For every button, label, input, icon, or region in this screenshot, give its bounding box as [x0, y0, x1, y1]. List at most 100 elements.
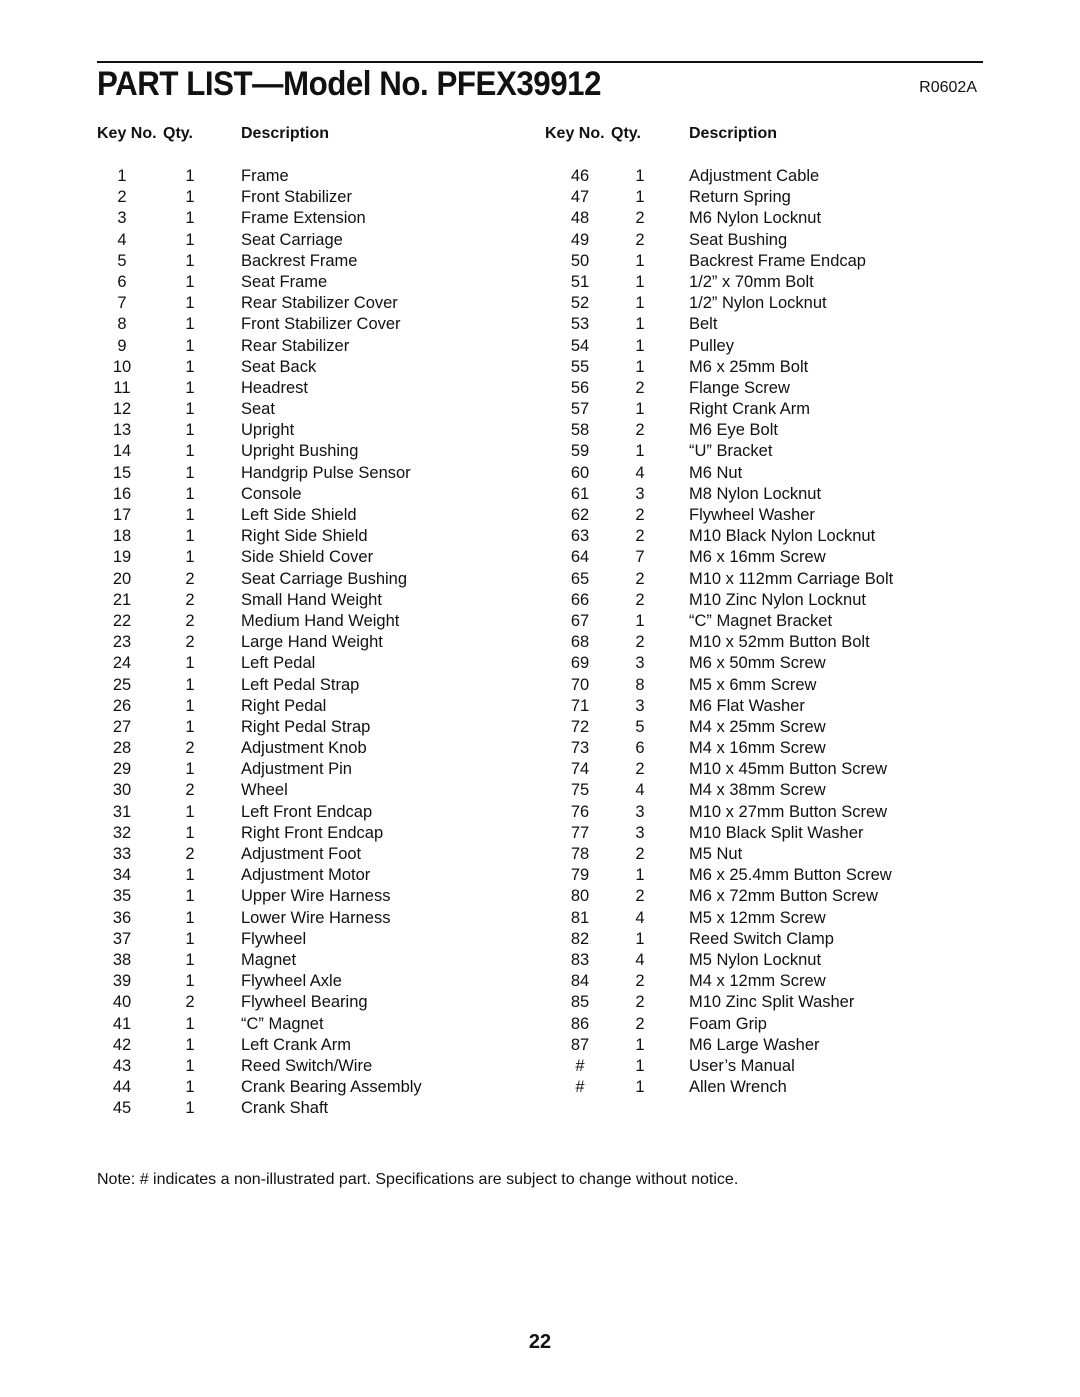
part-description: M10 x 112mm Carriage Bolt	[689, 569, 894, 588]
part-qty: 2	[185, 993, 195, 1012]
part-qty: 2	[635, 633, 645, 652]
part-key-no: 45	[112, 1099, 132, 1118]
part-qty: 3	[635, 654, 645, 673]
part-key-no: 12	[112, 400, 132, 419]
part-qty: 2	[185, 781, 195, 800]
part-qty: 1	[185, 463, 195, 482]
part-qty: 3	[635, 823, 645, 842]
page-number: 22	[528, 1331, 552, 1353]
part-description: Rear Stabilizer Cover	[241, 294, 398, 313]
part-description: M5 x 12mm Screw	[689, 908, 826, 927]
part-key-no: 21	[112, 590, 132, 609]
part-qty: 2	[635, 209, 645, 228]
part-description: M10 x 45mm Button Screw	[689, 760, 888, 779]
part-description: Belt	[689, 315, 718, 334]
part-description: Console	[241, 484, 302, 503]
part-qty: 1	[185, 1099, 195, 1118]
part-qty: 1	[185, 209, 195, 228]
part-description: Frame	[241, 167, 289, 185]
part-key-no: 64	[570, 548, 590, 567]
part-key-no: 19	[112, 548, 132, 567]
part-description: Medium Hand Weight	[241, 611, 400, 630]
part-description: Adjustment Motor	[241, 866, 371, 885]
part-qty: 1	[185, 378, 195, 397]
part-key-no: 35	[112, 887, 132, 906]
part-key-no: 62	[570, 506, 590, 524]
part-description: Backrest Frame Endcap	[689, 251, 866, 270]
part-key-no: 2	[117, 188, 127, 207]
part-key-no: 85	[570, 993, 590, 1012]
part-description: “U” Bracket	[689, 442, 773, 461]
part-qty: 1	[185, 1014, 195, 1033]
part-qty: 2	[635, 887, 645, 906]
part-qty: 1	[635, 1035, 645, 1054]
part-qty: 3	[635, 802, 645, 821]
part-description: Left Pedal Strap	[241, 675, 360, 694]
part-key-no: 83	[570, 950, 590, 969]
part-qty: 1	[635, 294, 645, 313]
part-qty: 1	[185, 484, 195, 503]
part-description: M10 Zinc Nylon Locknut	[689, 590, 866, 609]
part-qty: 1	[185, 908, 195, 927]
part-description: Flywheel Bearing	[241, 993, 368, 1012]
part-qty: 1	[185, 950, 195, 969]
part-description: Left Front Endcap	[241, 802, 373, 821]
part-key-no: 53	[570, 315, 590, 334]
part-key-no: 36	[112, 908, 132, 927]
part-description: Small Hand Weight	[241, 590, 382, 609]
part-qty: 2	[635, 569, 645, 588]
part-key-no: 54	[570, 336, 590, 355]
part-qty: 2	[635, 972, 645, 991]
part-description: M5 Nut	[689, 845, 743, 863]
part-description: Right Crank Arm	[689, 400, 811, 419]
part-key-no: 60	[570, 463, 590, 482]
part-qty: 1	[185, 1056, 195, 1075]
part-qty: 1	[635, 315, 645, 334]
part-key-no: 86	[570, 1014, 590, 1033]
part-key-no: 40	[112, 993, 132, 1012]
part-description: Flywheel Axle	[241, 972, 342, 991]
part-key-no: 29	[112, 760, 132, 779]
part-qty: 1	[185, 421, 195, 440]
part-description: Large Hand Weight	[241, 633, 383, 652]
part-key-no: #	[575, 1056, 585, 1075]
part-qty: 1	[635, 167, 645, 185]
part-qty: 2	[185, 845, 195, 863]
part-description: Seat	[241, 400, 275, 419]
part-key-no: 75	[570, 781, 590, 800]
part-key-no: 48	[570, 209, 590, 228]
part-key-no: 68	[570, 633, 590, 652]
part-key-no: 22	[112, 611, 132, 630]
part-key-no: 72	[570, 717, 590, 736]
part-description: Right Front Endcap	[241, 823, 384, 842]
part-description: Right Pedal Strap	[241, 717, 371, 736]
part-key-no: 77	[570, 823, 590, 842]
part-key-no: 49	[570, 230, 590, 249]
part-qty: 4	[635, 463, 645, 482]
part-key-no: 24	[112, 654, 132, 673]
part-description: M6 Nylon Locknut	[689, 209, 822, 228]
part-description: M4 x 12mm Screw	[689, 972, 826, 991]
part-qty: 1	[185, 717, 195, 736]
part-key-no: 61	[570, 484, 590, 503]
part-qty: 1	[185, 188, 195, 207]
part-qty: 1	[185, 929, 195, 948]
part-qty: 1	[185, 442, 195, 461]
part-qty: 1	[185, 336, 195, 355]
part-description: M6 Eye Bolt	[689, 421, 778, 440]
part-qty: 1	[635, 251, 645, 270]
part-qty: 1	[185, 294, 195, 313]
part-key-no: 87	[570, 1035, 590, 1054]
description-header: Description	[241, 125, 330, 142]
part-key-no: 31	[112, 802, 132, 821]
part-description: M8 Nylon Locknut	[689, 484, 822, 503]
part-key-no: 18	[112, 527, 132, 546]
part-description: Seat Frame	[241, 272, 328, 291]
key-no-header: Key No.	[97, 125, 157, 142]
part-key-no: 37	[112, 929, 132, 948]
part-qty: 1	[185, 1078, 195, 1097]
part-qty: 2	[635, 993, 645, 1012]
part-key-no: 16	[112, 484, 132, 503]
part-description: Backrest Frame	[241, 251, 358, 270]
revision-code: R0602A	[919, 79, 977, 96]
